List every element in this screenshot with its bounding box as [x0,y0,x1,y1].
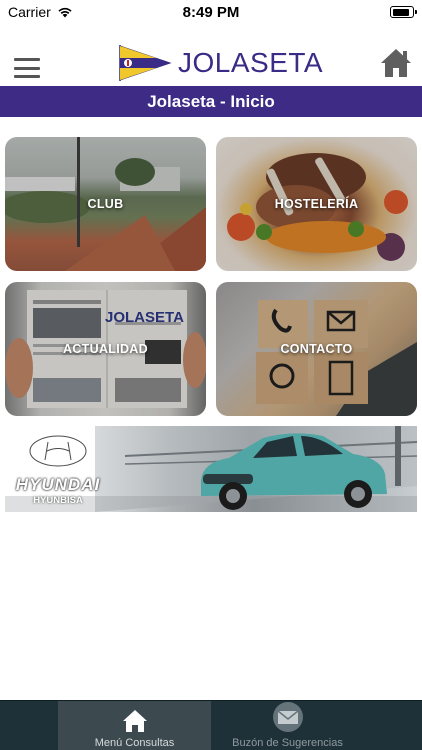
envelope-icon [272,702,303,732]
tab-menu-consultas[interactable]: Menú Consultas [58,701,211,750]
app-header: JOLASETA [0,40,422,86]
burgee-flag-icon [119,45,172,81]
tab-spacer [0,701,58,750]
wifi-icon [58,7,72,18]
home-icon [381,49,411,77]
club-logo: JOLASETA [118,44,323,82]
ad-dealer-text: HYUNBISA [33,495,83,506]
carrier-label: Carrier [8,4,51,20]
tile-hosteleria[interactable]: HOSTELERÍA [216,137,417,271]
tile-actualidad[interactable]: JOLASETA ACTUALIDAD [5,282,206,416]
status-bar: Carrier 8:49 PM [0,0,422,24]
tab-label: Menú Consultas [94,737,175,749]
menu-line [14,58,40,61]
page-title-bar: Jolaseta - Inicio [0,86,422,117]
hamburger-menu-button[interactable] [14,58,40,78]
car-image [201,433,387,510]
menu-line [14,66,40,70]
logo-text: JOLASETA [178,47,324,78]
home-button[interactable] [380,48,412,78]
tile-label: CONTACTO [280,342,353,356]
tab-buzon-sugerencias[interactable]: Buzón de Sugerencias [211,701,364,750]
home-icon [122,710,147,732]
tile-contacto[interactable]: CONTACTO [216,282,417,416]
tile-label: HOSTELERÍA [274,197,359,211]
hyundai-logo: HYUNDAI HYUNBISA [15,434,101,506]
hyundai-emblem-icon [28,434,88,468]
tile-label: ACTUALIDAD [63,342,148,356]
status-left: Carrier [8,4,73,20]
tile-club[interactable]: CLUB [5,137,206,271]
page-title: Jolaseta - Inicio [147,91,275,111]
menu-line [14,75,40,78]
hyundai-ad-banner[interactable]: HYUNDAI HYUNBISA [5,426,417,512]
tab-label: Buzón de Sugerencias [232,737,343,749]
tile-label: CLUB [87,197,124,211]
bottom-tab-bar: Menú Consultas Buzón de Sugerencias [0,700,422,750]
battery-icon [390,6,417,18]
ad-brand-text: HYUNDAI [15,475,101,494]
